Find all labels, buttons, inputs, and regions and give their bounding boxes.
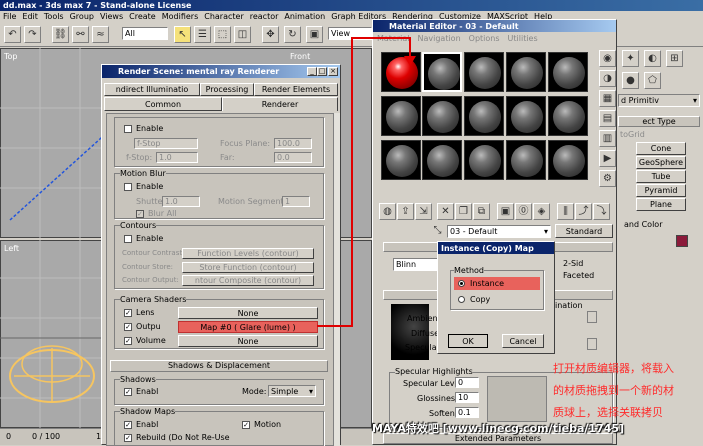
annotation-arrows bbox=[317, 37, 416, 327]
annotation-line-3: 质球上，选择关联拷贝 bbox=[553, 406, 663, 419]
watermark: MAYA特效吧 [www.linecg.com/tieba/1745] bbox=[372, 422, 625, 435]
annotation-line-2: 的材质拖拽到一个新的材 bbox=[553, 384, 674, 397]
annotation-line-1: 打开材质编辑器，将载入 bbox=[553, 362, 674, 375]
